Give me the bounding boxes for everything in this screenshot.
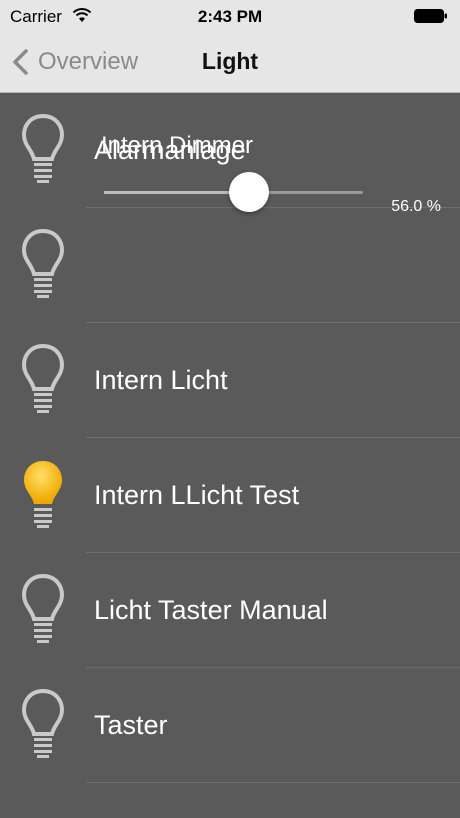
- lightbulb-icon: [21, 228, 65, 298]
- item-label: Licht Taster Manual: [94, 595, 328, 625]
- navigation-bar: Overview Light: [0, 32, 460, 93]
- item-label: Intern LLicht Test: [94, 480, 300, 510]
- dimmer-slider[interactable]: [104, 172, 363, 212]
- lightbulb-icon: [21, 343, 65, 413]
- lightbulb-icon: [21, 688, 65, 758]
- item-label: Taster: [94, 710, 168, 740]
- list-item-taster[interactable]: Taster: [0, 668, 460, 783]
- slider-thumb[interactable]: [229, 172, 270, 212]
- list-item-intern-dimmer: [0, 208, 460, 323]
- item-label: Intern Licht: [94, 365, 228, 395]
- dimmer-label: Intern Dimmer: [101, 132, 254, 159]
- status-bar: Carrier 2:43 PM: [0, 0, 460, 32]
- lightbulb-icon: [21, 113, 65, 183]
- battery-icon: [414, 9, 447, 23]
- dimmer-value: 56.0 %: [391, 198, 441, 215]
- row-divider: [86, 782, 460, 783]
- page-title: Light: [201, 48, 259, 74]
- lightbulb-icon: [24, 461, 62, 528]
- lightbulb-icon: [21, 573, 65, 643]
- list-item-licht-taster-manual[interactable]: Licht Taster Manual: [0, 553, 460, 668]
- slider-fill: [104, 191, 250, 194]
- list-item-intern-licht[interactable]: Intern Licht: [0, 323, 460, 438]
- list-item-intern-llicht-test[interactable]: Intern LLicht Test: [0, 438, 460, 553]
- clock: 2:43 PM: [197, 7, 263, 26]
